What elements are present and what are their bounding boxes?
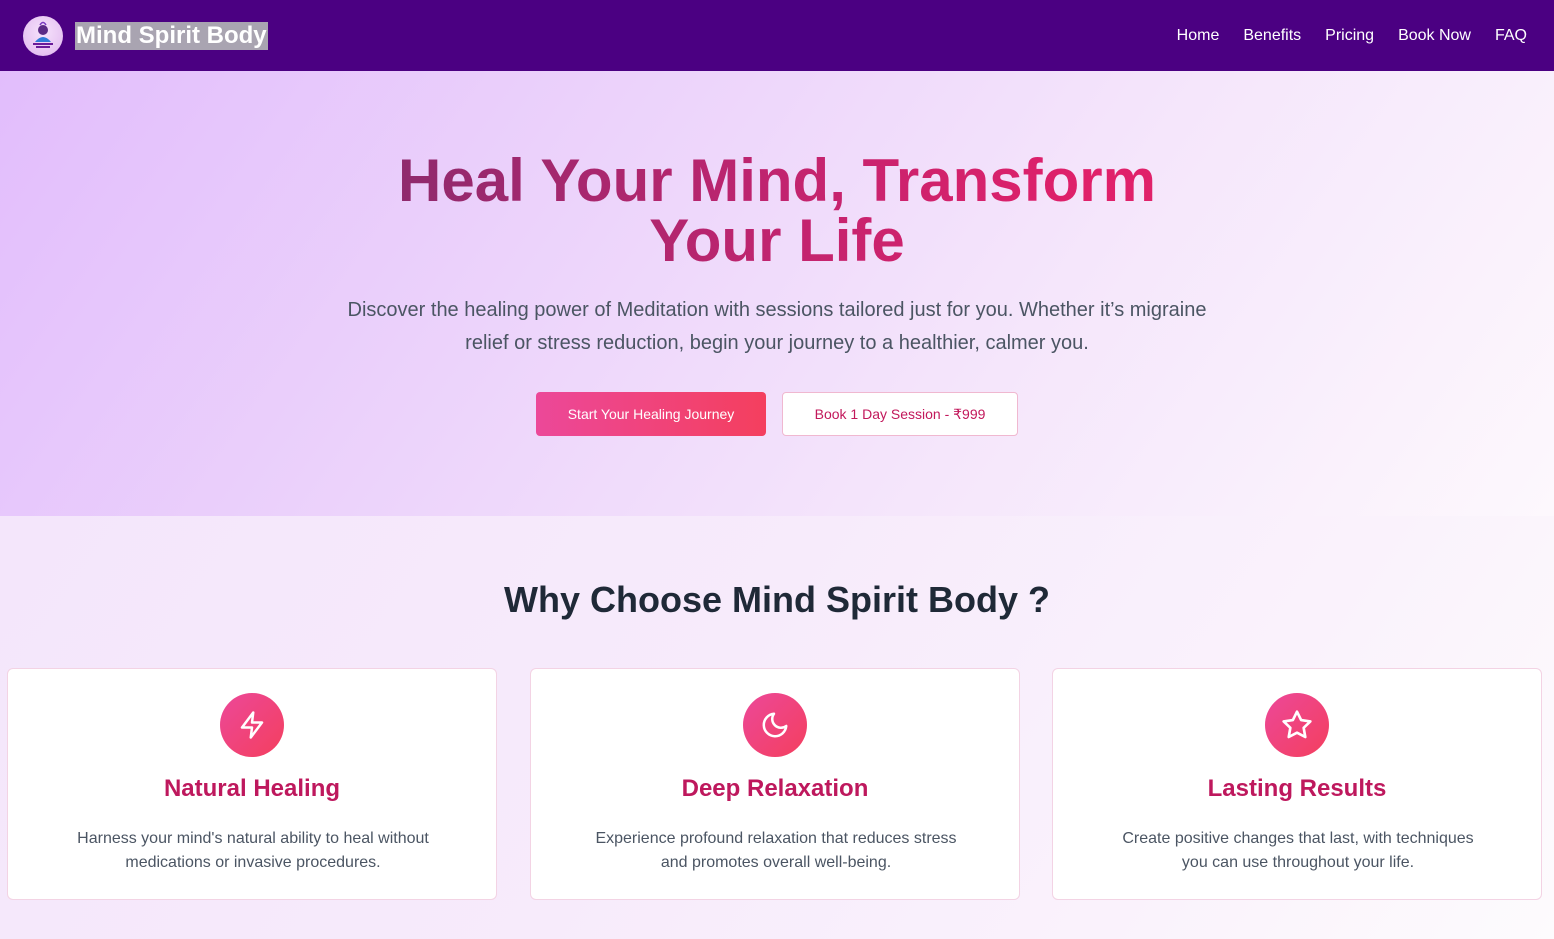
nav-link-pricing[interactable]: Pricing [1325,27,1374,45]
nav-link-faq[interactable]: FAQ [1495,27,1527,45]
hero-section: Heal Your Mind, Transform Your Life Disc… [0,71,1554,516]
nav-link-benefits[interactable]: Benefits [1243,27,1301,45]
start-journey-button[interactable]: Start Your Healing Journey [536,392,766,436]
meditation-logo-icon[interactable] [23,15,63,56]
features-title: Why Choose Mind Spirit Body ? [504,579,1050,620]
feature-card-text: Create positive changes that last, with … [1122,830,1474,871]
hero-title-line-1: Heal Your Mind, Transform [398,147,1156,214]
nav-link-book-now[interactable]: Book Now [1398,27,1471,45]
features-section: Why Choose Mind Spirit Body ? Natural He… [0,516,1554,939]
feature-card-deep-relaxation: Deep Relaxation Experience profound rela… [530,668,1020,900]
feature-card-title: Deep Relaxation [681,775,869,802]
brand[interactable]: Mind Spirit Body [23,15,268,56]
feature-card-natural-healing: Natural Healing Harness your mind's natu… [7,668,497,900]
book-session-button[interactable]: Book 1 Day Session - ₹999 [782,392,1018,436]
feature-card-text: Experience profound relaxation that redu… [595,830,957,871]
feature-card-text: Harness your mind's natural ability to h… [77,830,429,871]
lightning-icon [220,693,284,757]
nav-link-home[interactable]: Home [1177,27,1220,45]
hero-subtitle: Discover the healing power of Meditation… [347,299,1207,354]
brand-name[interactable]: Mind Spirit Body [75,21,268,50]
feature-card-lasting-results: Lasting Results Create positive changes … [1052,668,1542,900]
hero-buttons: Start Your Healing Journey Book 1 Day Se… [0,392,1554,436]
moon-icon [743,693,807,757]
navbar: Mind Spirit Body Home Benefits Pricing B… [0,0,1554,71]
hero-title-line-2: Your Life [649,207,905,274]
feature-card-title: Lasting Results [1207,775,1387,802]
star-icon [1265,693,1329,757]
nav-links: Home Benefits Pricing Book Now FAQ [1177,27,1527,45]
hero-title: Heal Your Mind, Transform Your Life [0,151,1554,271]
feature-card-title: Natural Healing [163,775,341,802]
